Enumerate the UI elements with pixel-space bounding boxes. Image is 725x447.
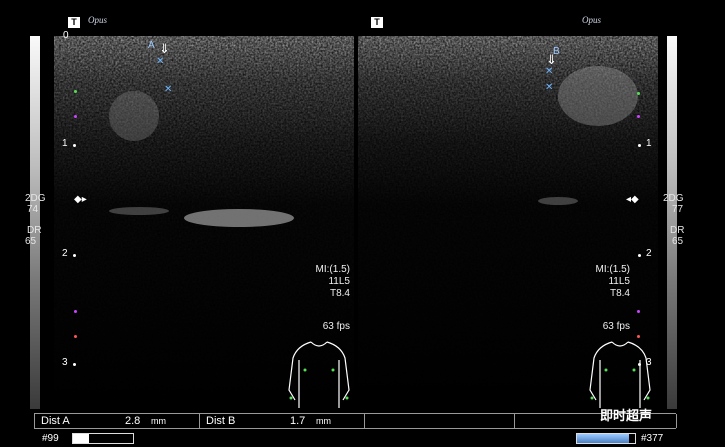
right-tis-value: T8.4	[609, 288, 630, 299]
left-body-marker-icon[interactable]	[285, 340, 353, 410]
right-depth-dot	[637, 310, 640, 313]
right-focus-dot	[637, 92, 640, 95]
measurement-empty-1	[364, 414, 515, 428]
left-depth-3: 3	[62, 357, 68, 368]
left-depth-dot	[74, 335, 77, 338]
t-icon-left[interactable]: T	[68, 17, 80, 28]
right-depth-1: 1	[646, 138, 652, 149]
right-depth-dot	[637, 115, 640, 118]
caliper-a-label: A	[148, 40, 155, 51]
right-frame-number: #377	[641, 433, 664, 444]
brand-logo-left: Opus	[88, 15, 108, 25]
right-mode-label: 2DG	[663, 193, 684, 204]
brand-logo-right: Opus	[582, 15, 602, 25]
left-depth-0: 0	[63, 30, 69, 41]
measurement-a-label: Dist A	[41, 415, 70, 427]
left-cine-fill	[73, 434, 89, 443]
measurement-b-value: 1.7	[290, 415, 306, 427]
left-depth-dot	[74, 115, 77, 118]
right-dr-value: 65	[672, 236, 684, 247]
right-probe-name: 11L5	[608, 276, 630, 287]
measurement-a-value: 2.8	[125, 415, 141, 427]
measurement-b-label: Dist B	[206, 415, 236, 427]
right-depth-tick	[638, 254, 641, 257]
left-depth-tick	[73, 363, 76, 366]
right-grayscale-bar	[667, 36, 677, 409]
left-depth-dot	[74, 310, 77, 313]
left-down-arrow-icon[interactable]: ⇓	[159, 41, 170, 57]
left-focus-arrow-icon[interactable]: ◆▸	[74, 194, 87, 205]
right-body-marker-icon[interactable]	[586, 340, 654, 410]
left-focus-dot	[74, 90, 77, 93]
right-depth-2: 2	[646, 248, 652, 259]
left-cine-bar[interactable]	[72, 433, 134, 444]
left-depth-tick	[73, 254, 76, 257]
right-dr-label: DR	[670, 225, 685, 236]
right-cine-bar[interactable]	[576, 433, 636, 444]
right-depth-dot	[637, 335, 640, 338]
left-probe-name: 11L5	[328, 276, 350, 287]
right-mi-index: MI:(1.5)	[595, 264, 630, 275]
left-frame-rate: 63 fps	[322, 321, 350, 332]
measurement-a[interactable]: Dist A 2.8 mm	[34, 414, 200, 428]
left-grayscale-bar	[30, 36, 40, 409]
left-dr-value: 65	[25, 236, 37, 247]
measurement-bar: Dist A 2.8 mm Dist B 1.7 mm	[34, 413, 677, 429]
caliper-b-start-icon[interactable]: ✕	[545, 66, 553, 77]
caliper-a-end-icon[interactable]: ✕	[164, 84, 172, 95]
right-focus-arrow-icon[interactable]: ◂◆	[626, 194, 639, 205]
watermark: 即时超声	[600, 408, 653, 423]
left-mode-label: 2DG	[25, 193, 46, 204]
right-cine-fill	[577, 434, 630, 443]
right-gain-value: 77	[672, 204, 684, 215]
right-frame-rate: 63 fps	[602, 321, 630, 332]
measurement-a-unit: mm	[151, 416, 166, 426]
left-frame-number: #99	[42, 433, 59, 444]
measurement-empty-2	[514, 414, 677, 428]
right-depth-tick	[638, 144, 641, 147]
t-icon-middle[interactable]: T	[371, 17, 383, 28]
left-tis-value: T8.4	[329, 288, 350, 299]
measurement-b-unit: mm	[316, 416, 331, 426]
caliper-a-start-icon[interactable]: ✕	[156, 56, 164, 67]
left-depth-1: 1	[62, 138, 68, 149]
left-dr-label: DR	[27, 225, 42, 236]
caliper-b-end-icon[interactable]: ✕	[545, 82, 553, 93]
left-gain-value: 74	[27, 204, 39, 215]
left-depth-tick	[73, 144, 76, 147]
left-depth-2: 2	[62, 248, 68, 259]
measurement-b[interactable]: Dist B 1.7 mm	[199, 414, 365, 428]
left-mi-index: MI:(1.5)	[315, 264, 350, 275]
